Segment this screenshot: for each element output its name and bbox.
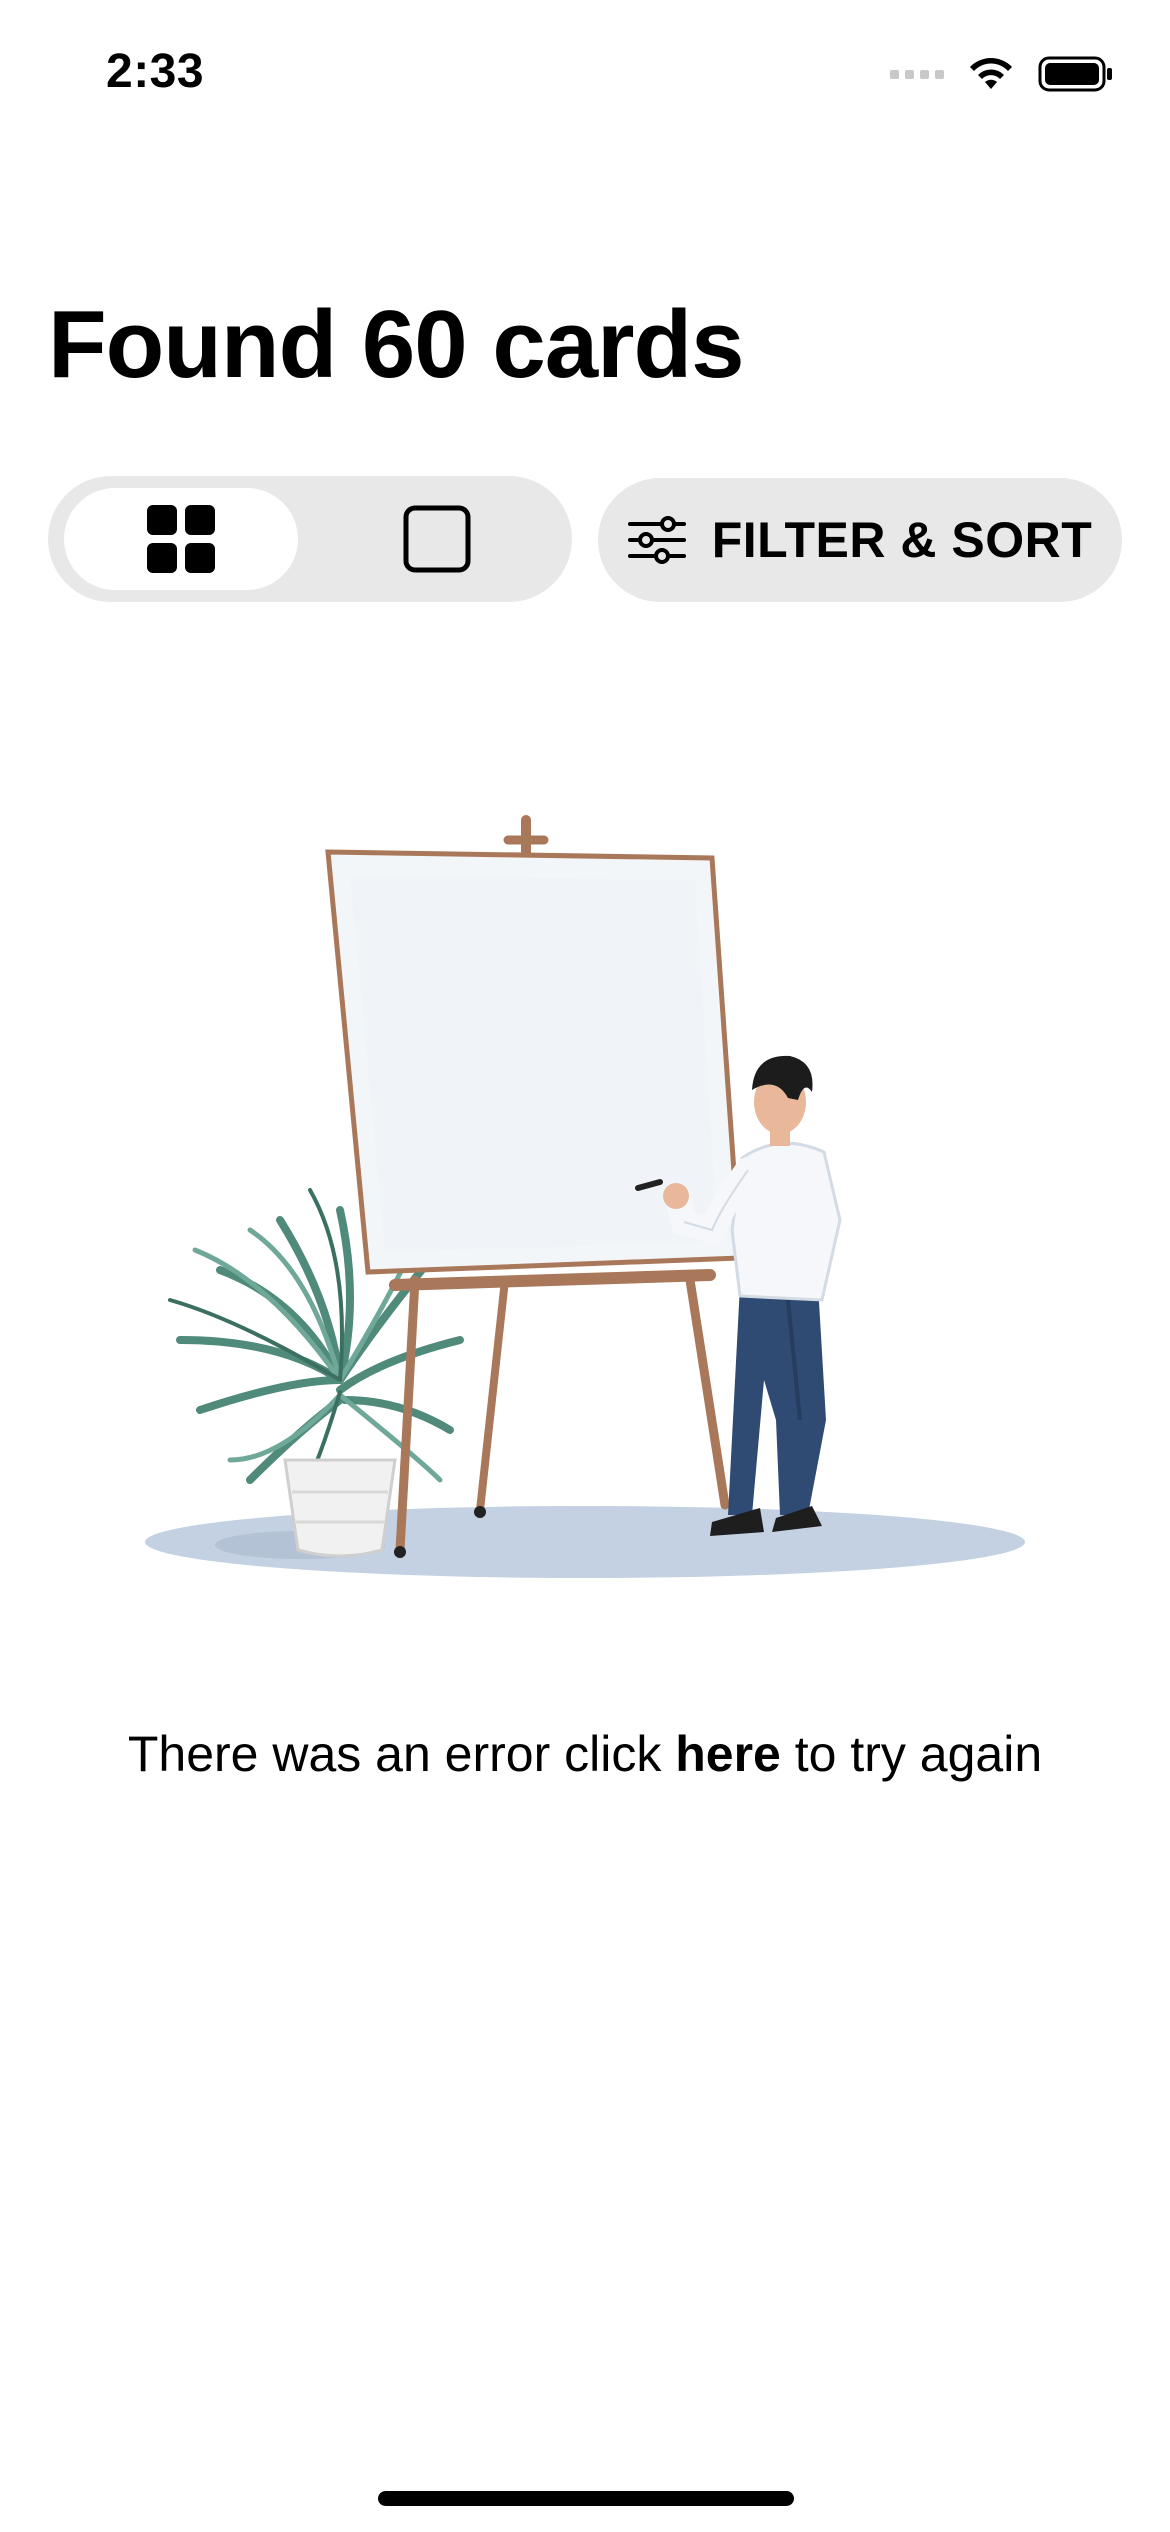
- page-title: Found 60 cards: [48, 291, 744, 398]
- status-icons: [890, 52, 1114, 96]
- filter-sort-button[interactable]: FILTER & SORT: [598, 478, 1122, 602]
- retry-link[interactable]: here: [675, 1726, 781, 1782]
- error-message: There was an error click here to try aga…: [0, 1722, 1170, 1786]
- cellular-signal-icon: [890, 69, 944, 79]
- battery-icon: [1038, 56, 1112, 92]
- home-indicator[interactable]: [378, 2491, 794, 2506]
- artist-at-easel-illustration: [145, 815, 1025, 1578]
- square-icon: [403, 505, 471, 573]
- screen: 2:33 Found 60 cards FILTER & SORT There …: [0, 0, 1170, 2532]
- error-text-prefix: There was an error click: [127, 1726, 676, 1782]
- grid-view-button[interactable]: [64, 488, 298, 590]
- single-view-button[interactable]: [320, 488, 554, 590]
- status-time: 2:33: [106, 45, 205, 98]
- grid-icon: [147, 505, 215, 573]
- sliders-icon: [627, 516, 686, 564]
- view-toggle: [48, 476, 572, 602]
- plant-pot: [283, 1458, 397, 1558]
- status-bar: 2:33: [0, 0, 1170, 150]
- filter-sort-label: FILTER & SORT: [711, 512, 1093, 568]
- wifi-icon: [970, 58, 1012, 89]
- error-text-suffix: to try again: [780, 1726, 1043, 1782]
